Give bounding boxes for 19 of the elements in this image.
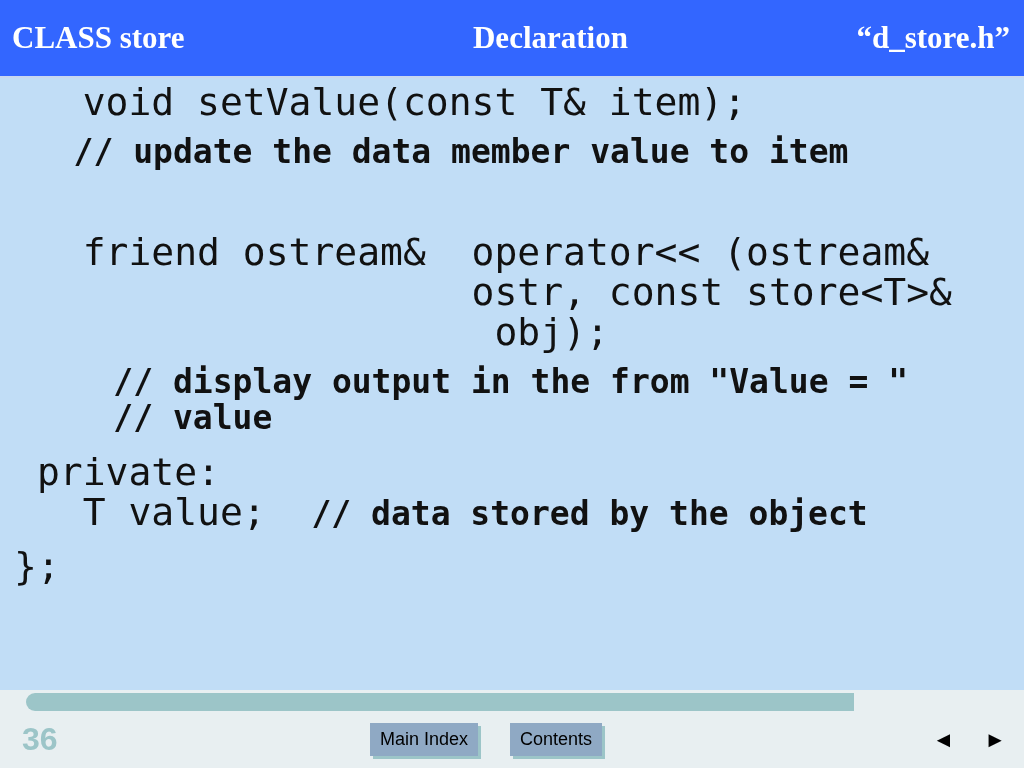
code-text: friend ostream& operator<< (ostream& xyxy=(81,232,930,272)
nav-button[interactable]: Contents xyxy=(510,723,603,756)
slide-subtitle: Declaration xyxy=(473,20,628,56)
code-comment: // display output in the from "Value = " xyxy=(112,366,909,398)
previous-button[interactable]: ◄ xyxy=(928,726,959,753)
code-text: }; xyxy=(14,546,60,586)
code-text: ostr, const store<T>& xyxy=(470,272,952,312)
file-name: “d_store.h” xyxy=(856,20,1010,56)
next-button[interactable]: ► xyxy=(980,726,1010,753)
code-text: void setValue(const T& item); xyxy=(81,82,747,122)
slide-title: CLASS store xyxy=(12,20,185,56)
code-comment: // data stored by the object xyxy=(311,498,868,530)
code-text: obj); xyxy=(493,312,609,352)
nav-button[interactable]: Main Index xyxy=(370,723,479,756)
code-comment: // value xyxy=(112,402,273,434)
code-comment: // update the data member value to item xyxy=(72,136,849,168)
slide-number: 36 xyxy=(22,721,59,758)
code-text: T value; xyxy=(82,492,267,532)
code-text: private: xyxy=(35,452,220,492)
